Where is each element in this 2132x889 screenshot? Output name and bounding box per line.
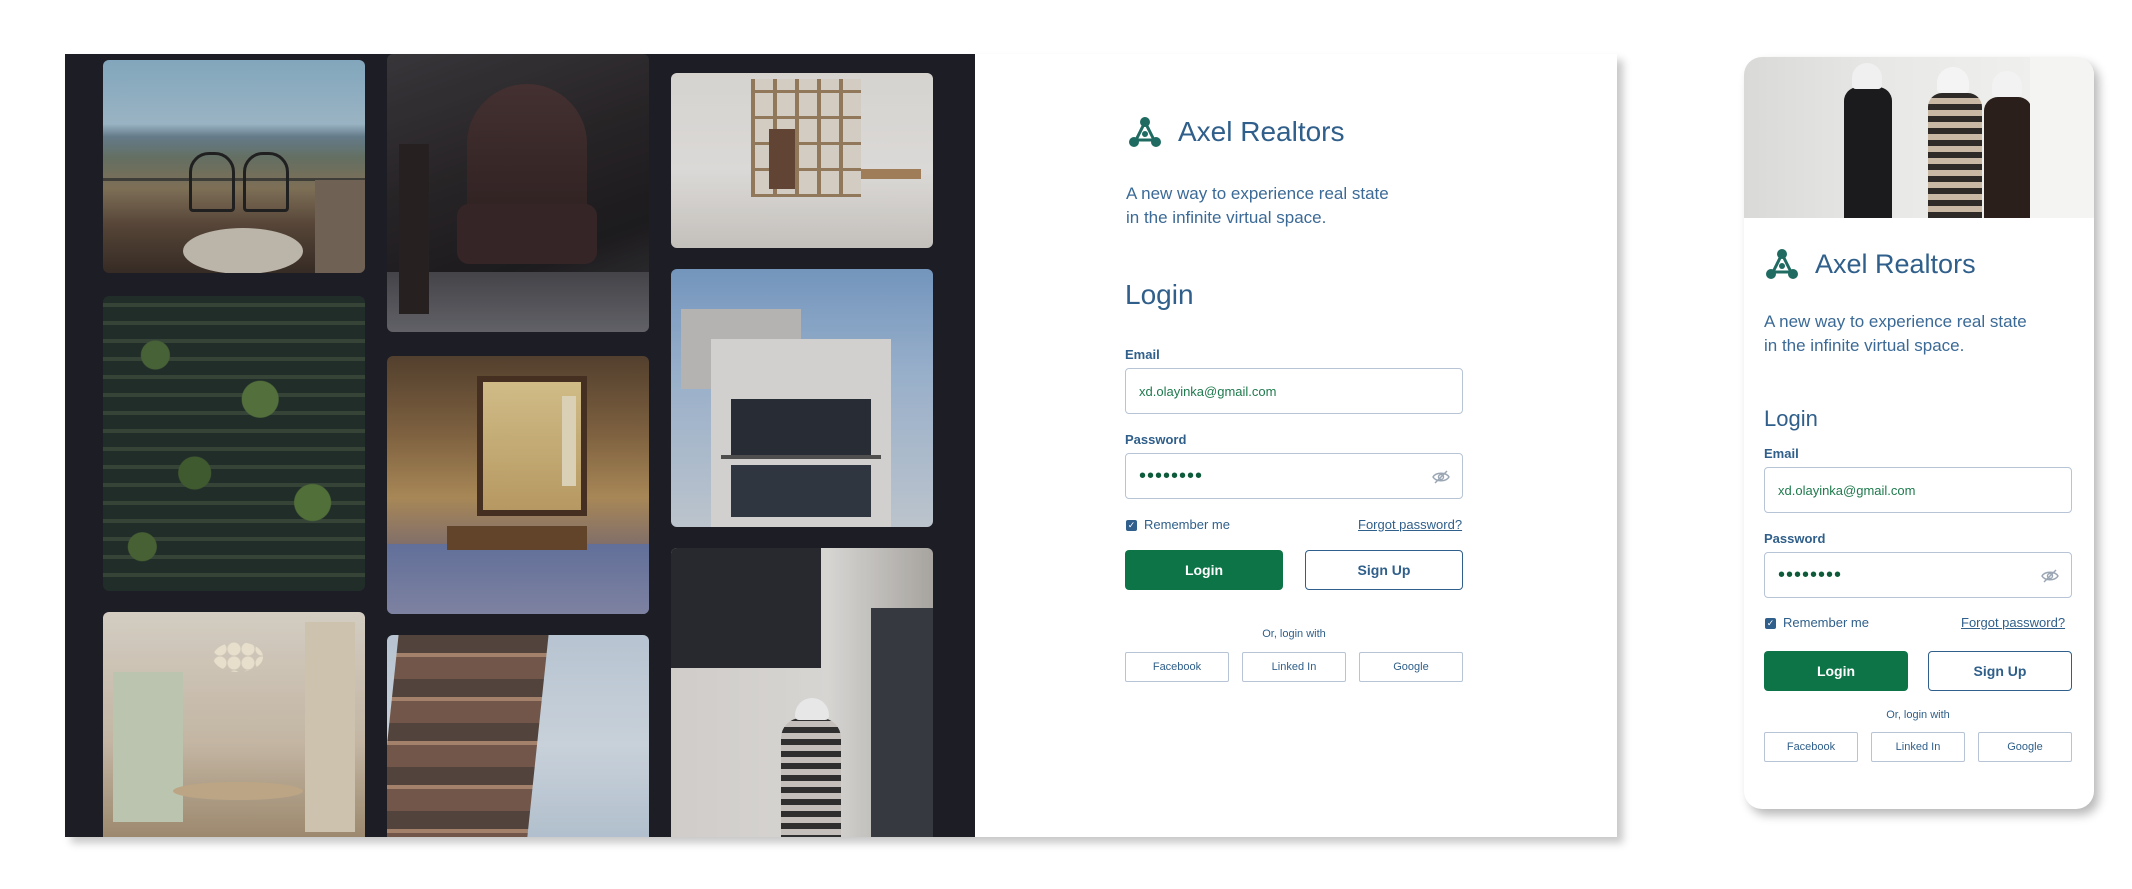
photo-vertical-forest-building (103, 296, 365, 591)
facebook-button[interactable]: Facebook (1764, 732, 1858, 762)
tagline-line-1: A new way to experience real state (1126, 184, 1389, 203)
remember-checkbox[interactable]: ✓ (1126, 520, 1137, 531)
eye-off-icon[interactable] (1432, 469, 1450, 485)
linkedin-button[interactable]: Linked In (1242, 652, 1346, 682)
password-label: Password (1125, 432, 1187, 447)
sign-up-button[interactable]: Sign Up (1305, 550, 1463, 590)
email-label: Email (1764, 446, 1799, 461)
google-button[interactable]: Google (1359, 652, 1463, 682)
login-title: Login (1764, 406, 1818, 431)
photo-construction-worker (671, 548, 933, 837)
email-value: xd.olayinka@gmail.com (1778, 482, 1916, 498)
photo-stacked-tower (387, 635, 649, 837)
tagline-line-2: in the infinite virtual space. (1764, 336, 1965, 355)
facebook-button[interactable]: Facebook (1125, 652, 1229, 682)
tagline-line-1: A new way to experience real state (1764, 312, 2027, 331)
photo-modern-house (671, 269, 933, 527)
brand-name: Axel Realtors (1815, 249, 1976, 279)
brand-logo-icon (1766, 249, 1798, 279)
brand-name: Axel Realtors (1178, 116, 1345, 147)
login-button[interactable]: Login (1125, 550, 1283, 590)
hero-team-photo (1744, 57, 2094, 218)
forgot-password-link[interactable]: Forgot password? (1961, 615, 2065, 630)
password-label: Password (1764, 531, 1826, 546)
or-login-with: Or, login with (1262, 628, 1326, 640)
password-value: •••••••• (1778, 563, 1843, 586)
desktop-login-screen: Axel Realtors A new way to experience re… (65, 54, 1617, 837)
password-field[interactable]: •••••••• (1764, 552, 2072, 598)
photo-balcony-sea-view (103, 60, 365, 273)
email-label: Email (1125, 347, 1160, 362)
sign-up-button[interactable]: Sign Up (1928, 651, 2072, 691)
photo-gallery (65, 54, 975, 837)
photo-leather-armchair (387, 54, 649, 332)
remember-checkbox[interactable]: ✓ (1765, 618, 1776, 629)
eye-off-icon[interactable] (2041, 568, 2059, 584)
mobile-login-screen: Axel Realtors A new way to experience re… (1744, 57, 2094, 809)
tagline: A new way to experience real state in th… (1126, 182, 1416, 230)
password-value: •••••••• (1139, 464, 1204, 487)
email-field[interactable]: xd.olayinka@gmail.com (1125, 368, 1463, 414)
google-button[interactable]: Google (1978, 732, 2072, 762)
remember-label: Remember me (1783, 615, 1869, 630)
login-title: Login (1125, 279, 1194, 310)
tagline-line-2: in the infinite virtual space. (1126, 208, 1327, 227)
linkedin-button[interactable]: Linked In (1871, 732, 1965, 762)
photo-white-shelving-room (671, 73, 933, 248)
email-value: xd.olayinka@gmail.com (1139, 383, 1277, 399)
photo-dining-room (103, 612, 365, 837)
email-field[interactable]: xd.olayinka@gmail.com (1764, 467, 2072, 513)
login-button[interactable]: Login (1764, 651, 1908, 691)
photo-japanese-tatami-room (387, 356, 649, 614)
forgot-password-link[interactable]: Forgot password? (1358, 517, 1462, 532)
remember-label: Remember me (1144, 517, 1230, 532)
password-field[interactable]: •••••••• (1125, 453, 1463, 499)
tagline: A new way to experience real state in th… (1764, 310, 2064, 358)
brand-logo-icon (1129, 117, 1161, 147)
or-login-with: Or, login with (1886, 709, 1950, 721)
